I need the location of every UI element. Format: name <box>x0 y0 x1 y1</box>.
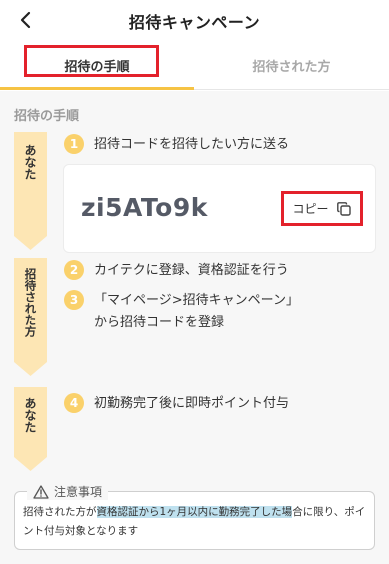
notes-text-start: 招待された方が <box>23 506 97 518</box>
tab-invited-person[interactable]: 招待された方 <box>194 40 389 90</box>
invite-code: zi5ATo9k <box>81 193 208 222</box>
actor-label-invitee: 招待された方 <box>23 268 38 337</box>
content-area: 招待の手順 あなた 招待された方 あなた 1 招待コードを招待したい方に送る z… <box>0 91 389 564</box>
notes-text: 招待された方が資格認証から1ヶ月以内に勤務完了した場合に限り、ポイント付与対象と… <box>23 503 368 541</box>
step-text: 「マイページ>招待キャンペーン」 から招待コードを登録 <box>94 290 299 334</box>
page-title: 招待キャンペーン <box>128 13 261 32</box>
section-title: 招待の手順 <box>14 109 80 124</box>
notes-header: 注意事項 <box>27 483 109 500</box>
step-4: 4 初勤務完了後に即時ポイント付与 <box>64 393 289 415</box>
invite-code-card: zi5ATo9k コピー <box>63 164 376 253</box>
step-text: カイテクに登録、資格認証を行う <box>94 263 289 278</box>
warning-icon <box>33 484 49 499</box>
step-number: 2 <box>64 260 84 280</box>
copy-button[interactable]: コピー <box>281 191 363 226</box>
copy-icon <box>336 201 351 216</box>
step-text-line: から招待コードを登録 <box>94 315 225 330</box>
tab-invited-person-label: 招待された方 <box>252 59 331 75</box>
step-number: 3 <box>64 290 84 310</box>
notes-box: 注意事項 招待された方が資格認証から1ヶ月以内に勤務完了した場合に限り、ポイント… <box>14 483 375 550</box>
tab-bar: 招待の手順 招待された方 <box>0 40 389 90</box>
notes-text-highlight: 資格認証から1ヶ月以内に勤務完了した場 <box>96 506 293 518</box>
step-1: 1 招待コードを招待したい方に送る <box>64 134 289 156</box>
step-text: 招待コードを招待したい方に送る <box>94 137 290 152</box>
step-2: 2 カイテクに登録、資格認証を行う <box>64 260 289 282</box>
actor-label-you: あなた <box>23 144 37 180</box>
step-text: 初勤務完了後に即時ポイント付与 <box>94 396 290 411</box>
copy-button-label: コピー <box>292 202 329 216</box>
actor-ribbon-invitee: 招待された方 <box>14 258 47 376</box>
actor-ribbon-you-2: あなた <box>14 387 47 471</box>
active-tab-indicator <box>0 87 194 90</box>
step-3: 3 「マイページ>招待キャンペーン」 から招待コードを登録 <box>64 290 299 334</box>
step-number: 1 <box>64 134 84 154</box>
actor-ribbon-you: あなた <box>14 132 47 250</box>
step-text-line: 「マイページ>招待キャンペーン」 <box>94 293 299 308</box>
tab-highlight-annotation <box>24 45 159 77</box>
notes-title: 注意事項 <box>54 485 103 499</box>
actor-label-you-2: あなた <box>23 397 37 433</box>
header: 招待キャンペーン <box>0 0 389 40</box>
step-number: 4 <box>64 393 84 413</box>
